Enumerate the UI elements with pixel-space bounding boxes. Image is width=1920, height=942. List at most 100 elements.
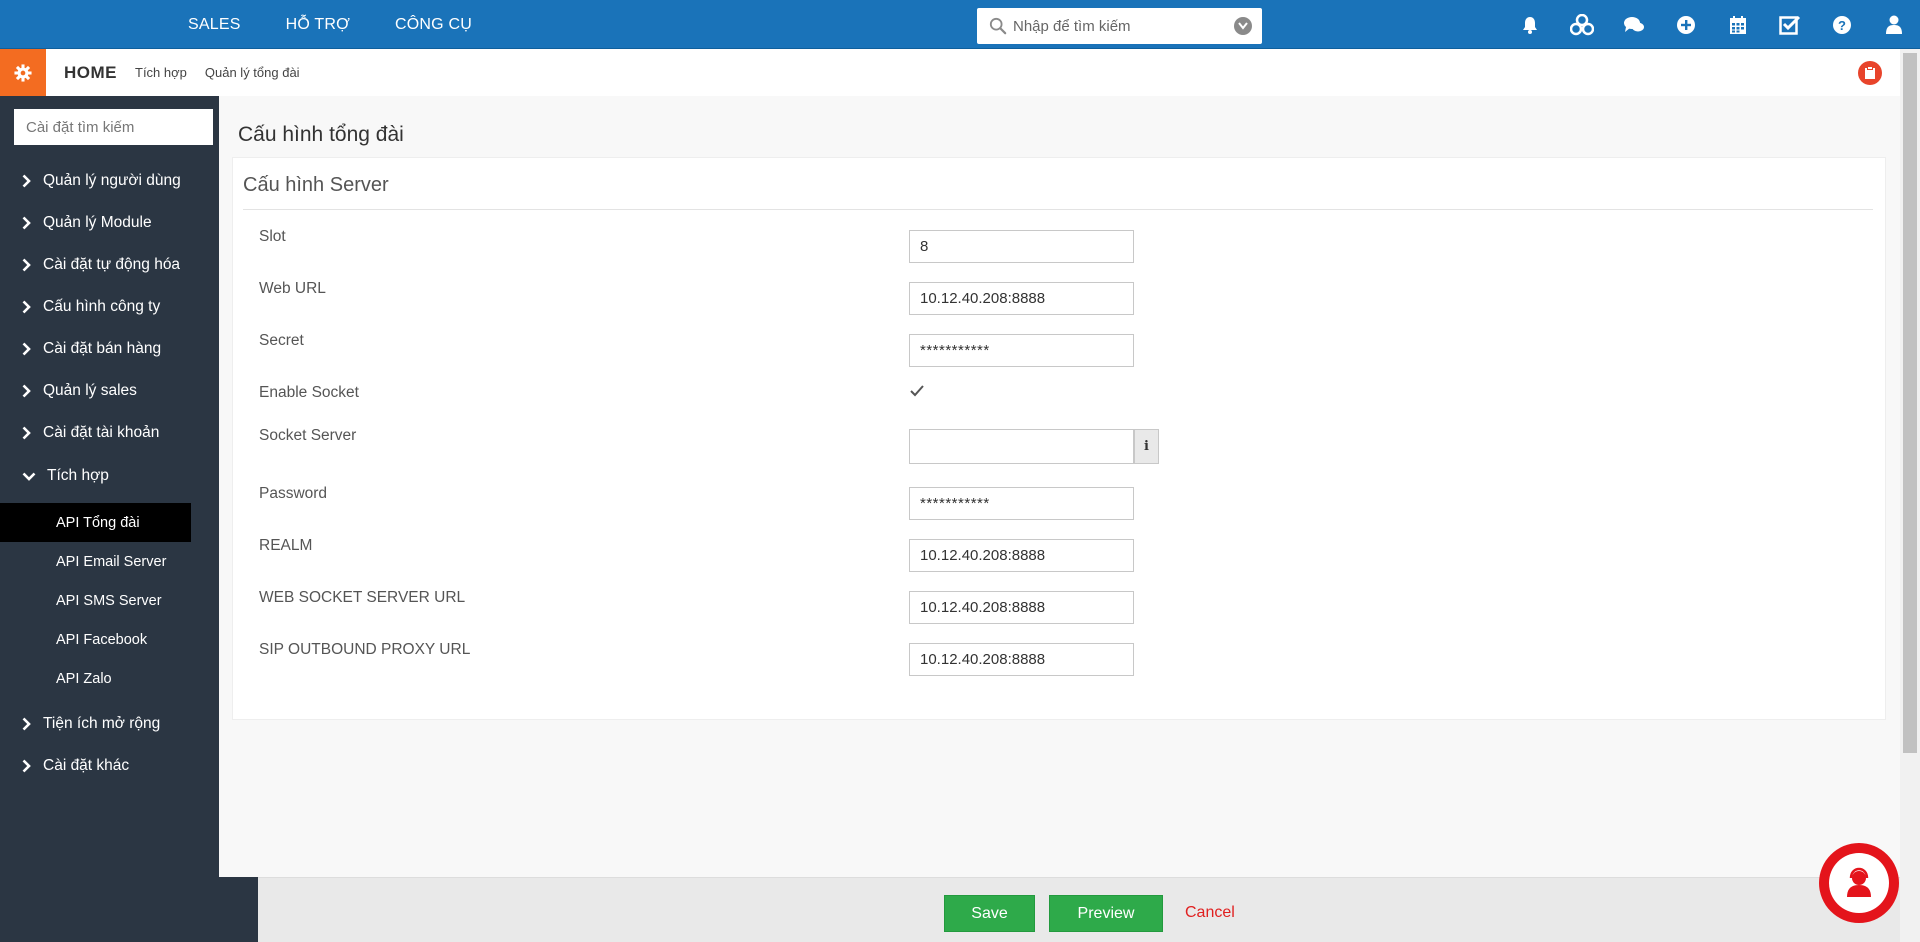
breadcrumb-pbx-management[interactable]: Quản lý tổng đài: [205, 65, 300, 80]
sidebar-item-user-management[interactable]: Quản lý người dùng: [0, 160, 219, 202]
scrollbar-thumb[interactable]: [1903, 53, 1917, 753]
settings-button[interactable]: [0, 49, 46, 96]
breadcrumb-home[interactable]: HOME: [64, 63, 117, 83]
sidebar-footer: [0, 877, 258, 942]
chevron-right-icon: [22, 300, 36, 314]
global-search-input[interactable]: [1013, 17, 1234, 35]
slot-label: Slot: [259, 228, 286, 245]
section-title: Cấu hình Server: [243, 174, 389, 196]
page-title: Cấu hình tổng đài: [238, 123, 404, 146]
sidebar-item-module-management[interactable]: Quản lý Module: [0, 202, 219, 244]
sidebar-item-account-settings[interactable]: Cài đặt tài khoản: [0, 412, 219, 454]
help-icon[interactable]: ?: [1816, 0, 1868, 49]
sip-url-label: SIP OUTBOUND PROXY URL: [259, 641, 471, 658]
sidebar-subitem-label: API Facebook: [56, 631, 148, 648]
secret-field[interactable]: [909, 334, 1134, 367]
chevron-right-icon: [22, 717, 36, 731]
sidebar-item-label: Quản lý người dùng: [43, 172, 181, 189]
top-navbar: SALES HỖ TRỢ CÔNG CỤ ?: [0, 0, 1920, 49]
chevron-right-icon: [22, 342, 36, 356]
chevron-right-icon: [22, 426, 36, 440]
sidebar-subitem-label: API Email Server: [56, 553, 167, 570]
user-profile-icon[interactable]: [1868, 0, 1920, 49]
cancel-link[interactable]: Cancel: [1185, 904, 1235, 922]
sidebar-item-other-settings[interactable]: Cài đặt khác: [0, 745, 219, 787]
breadcrumb-integration[interactable]: Tích hợp: [135, 65, 187, 80]
ws-url-label: WEB SOCKET SERVER URL: [259, 589, 466, 606]
sidebar-item-label: Cài đặt bán hàng: [43, 340, 162, 357]
sidebar-item-label: Tiện ích mở rộng: [43, 715, 161, 732]
chevron-right-icon: [22, 216, 36, 230]
preview-button[interactable]: Preview: [1049, 895, 1163, 932]
sidebar-item-label: Cài đặt tự động hóa: [43, 256, 181, 273]
chevron-right-icon: [22, 759, 36, 773]
sidebar-subitem-api-pbx[interactable]: API Tổng đài: [0, 503, 191, 542]
groups-icon[interactable]: [1556, 0, 1608, 49]
web-url-field[interactable]: [909, 282, 1134, 315]
sidebar-item-label: Cấu hình công ty: [43, 298, 161, 315]
global-search-box: [977, 8, 1262, 44]
nav-sales[interactable]: SALES: [188, 16, 241, 34]
chevron-down-icon: [22, 472, 36, 481]
socket-server-label: Socket Server: [259, 427, 357, 444]
sidebar-subitem-label: API Tổng đài: [56, 514, 140, 531]
sidebar-item-label: Cài đặt khác: [43, 757, 130, 774]
sidebar-item-sales-settings[interactable]: Cài đặt bán hàng: [0, 328, 219, 370]
chevron-right-icon: [22, 174, 36, 188]
socket-server-field[interactable]: [909, 429, 1134, 464]
sidebar-subitem-label: API Zalo: [56, 670, 112, 687]
sidebar-subitem-api-email[interactable]: API Email Server: [0, 542, 191, 581]
sidebar-subitem-api-zalo[interactable]: API Zalo: [0, 659, 191, 698]
realm-label: REALM: [259, 537, 313, 554]
sidebar-item-label: Quản lý Module: [43, 214, 152, 231]
save-button[interactable]: Save: [944, 895, 1035, 932]
bell-icon[interactable]: [1504, 0, 1556, 49]
realm-field[interactable]: [909, 539, 1134, 572]
sidebar-item-company-config[interactable]: Cấu hình công ty: [0, 286, 219, 328]
password-label: Password: [259, 485, 328, 502]
sidebar-subitem-api-facebook[interactable]: API Facebook: [0, 620, 191, 659]
nav-tools[interactable]: CÔNG CỤ: [395, 16, 472, 34]
breadcrumb-bar: HOME Tích hợp Quản lý tổng đài: [0, 49, 1900, 96]
page-scrollbar[interactable]: [1900, 49, 1920, 942]
sidebar-item-automation[interactable]: Cài đặt tự động hóa: [0, 244, 219, 286]
breadcrumb: HOME Tích hợp Quản lý tổng đài: [64, 49, 318, 96]
sidebar-subitem-api-sms[interactable]: API SMS Server: [0, 581, 191, 620]
ws-url-field[interactable]: [909, 591, 1134, 624]
add-icon[interactable]: [1660, 0, 1712, 49]
section-divider: [243, 209, 1873, 210]
top-icons: ?: [1504, 0, 1920, 49]
sip-url-field[interactable]: [909, 643, 1134, 676]
settings-sidebar: Quản lý người dùng Quản lý Module Cài đặ…: [0, 96, 219, 877]
sidebar-item-integration[interactable]: Tích hợp: [0, 455, 219, 497]
secret-label: Secret: [259, 332, 304, 349]
slot-field[interactable]: [909, 230, 1134, 263]
enable-socket-label: Enable Socket: [259, 384, 359, 401]
sidebar-item-extensions[interactable]: Tiện ích mở rộng: [0, 703, 219, 745]
sidebar-search-input[interactable]: [14, 109, 213, 145]
svg-text:?: ?: [1838, 18, 1846, 33]
password-field[interactable]: [909, 487, 1134, 520]
search-dropdown-icon[interactable]: [1234, 17, 1252, 35]
sidebar-item-label: Tích hợp: [47, 467, 109, 484]
top-nav-menu: SALES HỖ TRỢ CÔNG CỤ: [188, 0, 472, 49]
sidebar-item-label: Cài đặt tài khoản: [43, 424, 160, 441]
main-content: Cấu hình tổng đài Cấu hình Server Slot W…: [219, 96, 1900, 877]
action-bar: Save Preview Cancel: [258, 877, 1900, 942]
info-icon[interactable]: i: [1134, 429, 1159, 464]
sidebar-subitem-label: API SMS Server: [56, 592, 162, 609]
enable-socket-checkbox[interactable]: [909, 383, 925, 399]
chat-icon[interactable]: [1608, 0, 1660, 49]
gear-icon: [14, 63, 32, 82]
server-config-card: Cấu hình Server Slot Web URL Secret Enab…: [232, 157, 1886, 720]
chevron-right-icon: [22, 258, 36, 272]
search-icon: [989, 17, 1007, 35]
calendar-icon[interactable]: [1712, 0, 1764, 49]
support-chat-button[interactable]: [1819, 843, 1899, 923]
web-url-label: Web URL: [259, 280, 326, 297]
nav-support[interactable]: HỖ TRỢ: [286, 16, 350, 34]
tasks-icon[interactable]: [1764, 0, 1816, 49]
sidebar-item-label: Quản lý sales: [43, 382, 137, 399]
clipboard-icon[interactable]: [1858, 61, 1882, 85]
sidebar-item-sales-management[interactable]: Quản lý sales: [0, 370, 219, 412]
